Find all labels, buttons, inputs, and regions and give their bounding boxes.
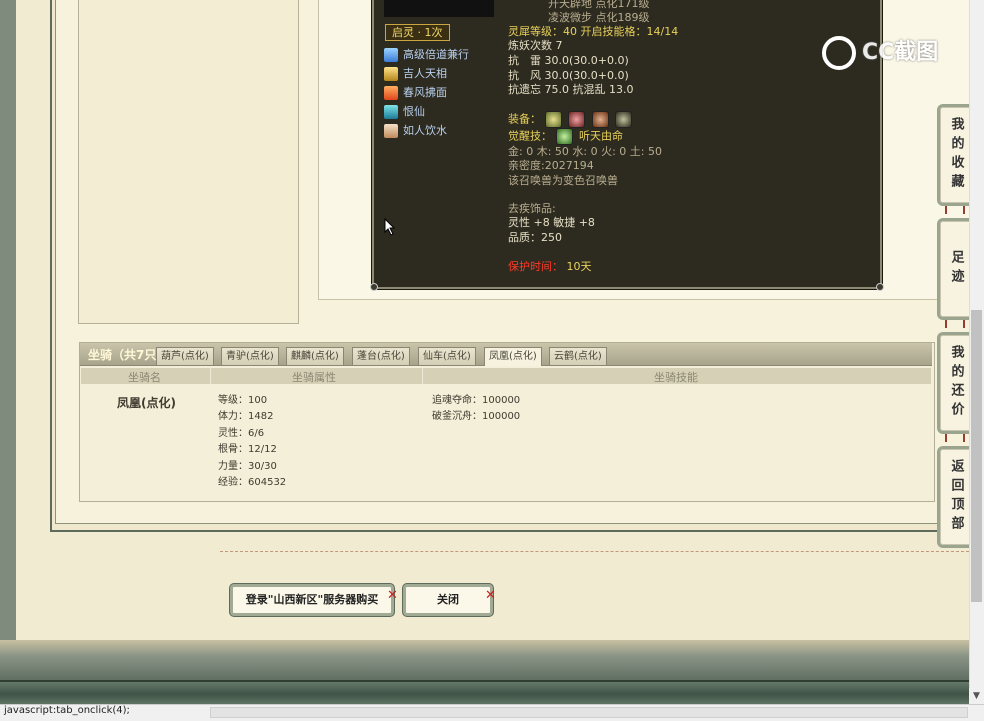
equip-slot-icon[interactable]	[568, 111, 585, 128]
tab-mount-fenghuang[interactable]: 凤凰(点化)	[484, 347, 542, 366]
equip-label: 装备：	[508, 112, 541, 126]
mount-name: 凤凰(点化)	[117, 396, 176, 410]
frame-bottom-border	[0, 640, 969, 680]
skill-item: 恨仙	[384, 103, 425, 121]
skill-label: 如人饮水	[403, 124, 447, 137]
five-elements: 金: 0 木: 50 水: 0 火: 0 土: 50	[508, 145, 662, 158]
mount-table-header	[81, 368, 931, 384]
bottom-strip	[0, 680, 969, 706]
awaken-value: 听天由命	[579, 129, 623, 143]
skill-label: 春风拂面	[403, 86, 447, 99]
mount-attr: 灵性：6/6	[218, 428, 265, 439]
button-chain	[945, 320, 965, 328]
status-progress	[210, 707, 968, 718]
resist-wind: 抗 风 30.0(30.0+0.0)	[508, 69, 629, 82]
scrollbar-thumb[interactable]	[971, 310, 982, 602]
skill-item: 高级倍道兼行	[384, 46, 469, 64]
button-chain	[945, 206, 965, 214]
lianyao-count: 炼妖次数 7	[508, 39, 563, 52]
mount-attr: 体力：1482	[218, 411, 274, 422]
mount-attr: 等级：100	[218, 395, 268, 406]
fire-icon	[384, 86, 398, 100]
lingxi-level: 灵犀等级：40 开启技能格：14/14	[508, 25, 679, 38]
dashed-divider	[220, 551, 969, 552]
col-divider	[422, 368, 423, 384]
ring-icon	[384, 105, 398, 119]
col-header-name: 坐骑名	[128, 371, 161, 384]
protect-value: 10天	[566, 260, 592, 273]
accessory-quality: 品质：250	[508, 231, 562, 244]
corner-ornament	[876, 283, 884, 291]
tab-mount-qinglv[interactable]: 青驴(点化)	[221, 347, 279, 365]
login-buy-button[interactable]: 登录"山西新区"服务器购买	[230, 584, 394, 616]
resist-thunder: 抗 雷 30.0(30.0+0.0)	[508, 54, 629, 67]
col-divider	[210, 368, 211, 384]
skill-label: 恨仙	[403, 105, 425, 118]
mount-attr: 根骨：12/12	[218, 444, 277, 455]
close-button[interactable]: 关闭	[403, 584, 493, 616]
equip-slot-icon[interactable]	[591, 111, 609, 128]
leaf-icon	[555, 128, 573, 145]
tab-mount-qilin[interactable]: 麒麟(点化)	[286, 347, 344, 365]
col-header-skill: 坐骑技能	[654, 371, 698, 384]
protect-time: 保护时间： 10天	[508, 259, 592, 274]
scroll-down-arrow-icon[interactable]: ▼	[969, 688, 984, 704]
mount-skill: 追魂夺命：100000	[432, 395, 521, 406]
awaken-label: 觉醒技：	[508, 129, 552, 143]
close-x-icon: ✕	[485, 588, 496, 603]
resist-forget: 抗遗忘 75.0 抗混乱 13.0	[508, 83, 634, 96]
tab-mount-pengtai[interactable]: 蓬台(点化)	[352, 347, 410, 365]
skill-item: 春风拂面	[384, 84, 447, 102]
tab-mount-yunhe[interactable]: 云鹤(点化)	[549, 347, 607, 365]
mouse-cursor-icon	[384, 218, 396, 236]
luck-icon	[384, 67, 398, 81]
equip-row: 装备：	[508, 111, 635, 128]
button-chain	[945, 434, 965, 442]
color-change-note: 该召唤兽为变色召唤兽	[508, 174, 618, 187]
hand-icon	[384, 124, 398, 138]
skill-label: 高级倍道兼行	[403, 48, 469, 61]
accessory-attr: 灵性 +8 敏捷 +8	[508, 216, 595, 229]
equip-slot-icon[interactable]	[544, 111, 562, 128]
tab-mount-hulu[interactable]: 葫芦(点化)	[156, 347, 214, 365]
awaken-skill-row: 觉醒技： 听天由命	[508, 128, 623, 145]
qiling-badge: 启灵 · 1次	[385, 24, 450, 41]
top-line-2: 凌波微步 点化189级	[548, 11, 650, 24]
status-url: javascript:tab_onclick(4);	[4, 705, 130, 716]
protect-label: 保护时间：	[508, 260, 563, 273]
equip-slot-icon[interactable]	[615, 111, 632, 128]
intimacy: 亲密度:2027194	[508, 159, 594, 172]
mount-attr: 经验：604532	[218, 477, 287, 488]
corner-ornament	[370, 283, 378, 291]
watermark-text: CC截图	[862, 40, 939, 65]
skill-label: 吉人天相	[403, 67, 447, 80]
tab-mount-xianche[interactable]: 仙车(点化)	[418, 347, 476, 365]
pet-portrait	[384, 0, 494, 17]
skill-item: 如人饮水	[384, 122, 447, 140]
wing-icon	[384, 48, 398, 62]
watermark-logo-icon	[822, 36, 856, 70]
close-x-icon: ✕	[387, 588, 398, 603]
mount-attr: 力量：30/30	[218, 461, 277, 472]
col-header-attr: 坐骑属性	[292, 371, 336, 384]
skill-item: 吉人天相	[384, 65, 447, 83]
left-info-box	[78, 0, 299, 324]
accessory-title: 去疾饰品:	[508, 202, 556, 215]
mount-skill: 破釜沉舟：100000	[432, 411, 521, 422]
